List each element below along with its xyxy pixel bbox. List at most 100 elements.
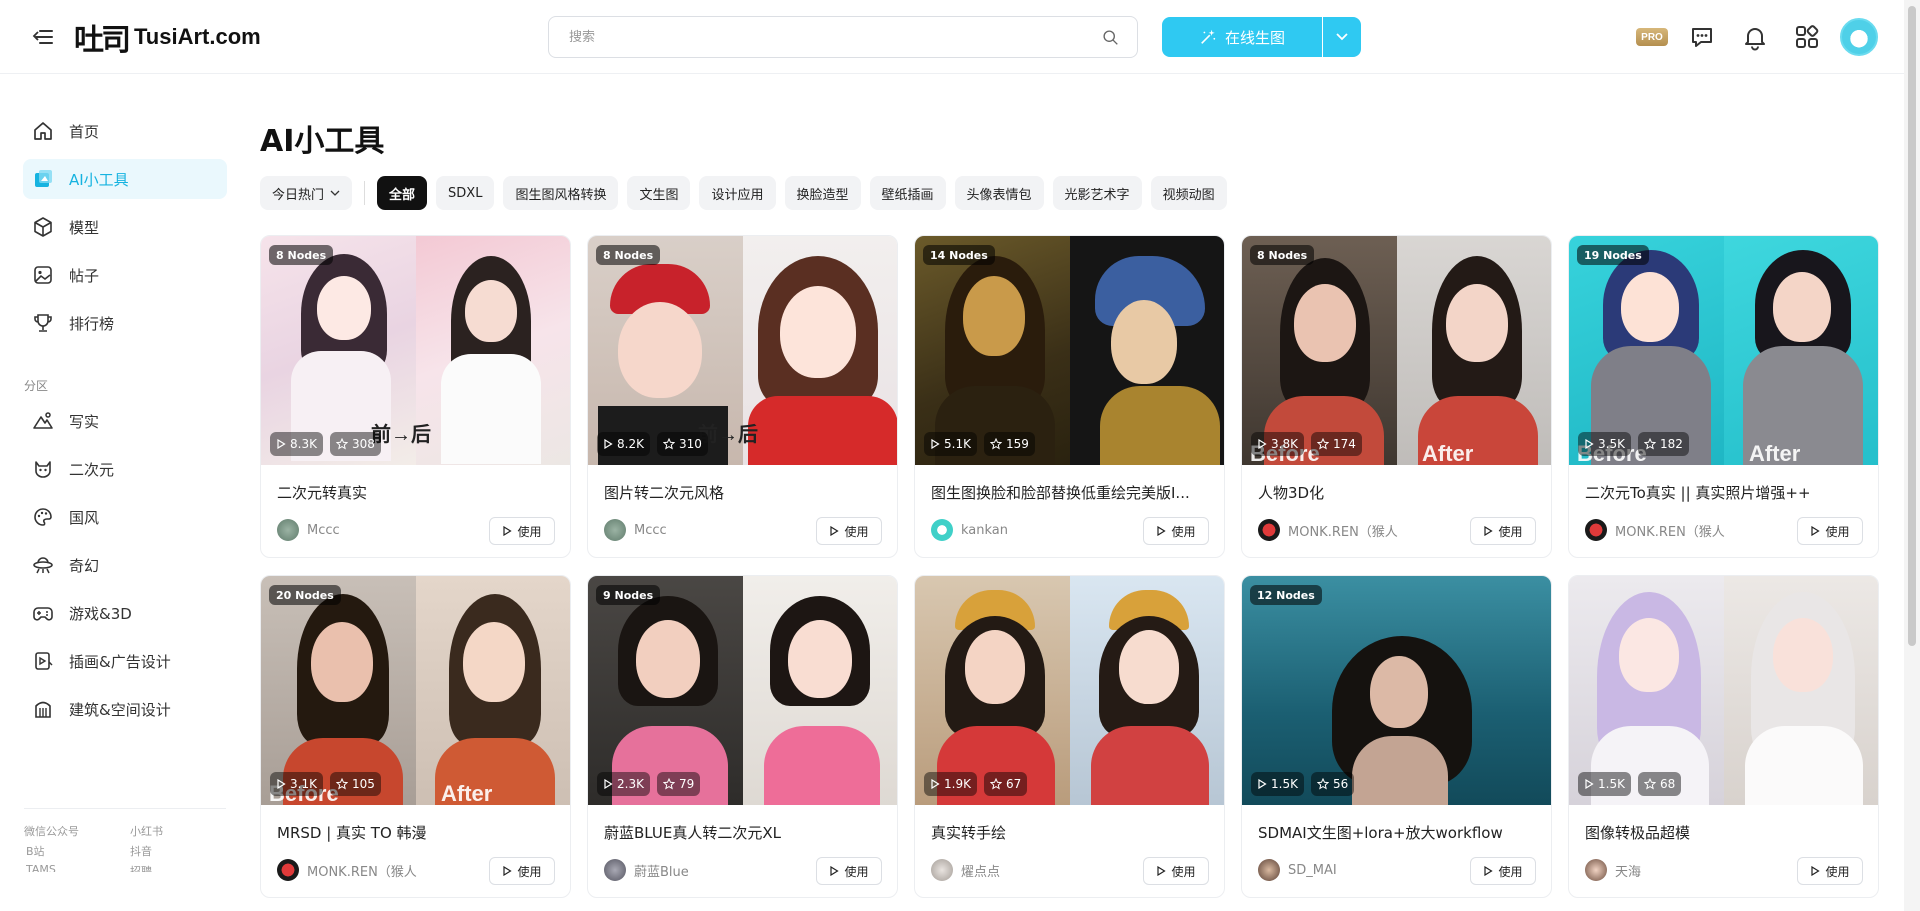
play-icon (1484, 526, 1494, 536)
card-author[interactable]: kankan (931, 519, 1008, 541)
card-author[interactable]: SD_MAI (1258, 859, 1337, 881)
tool-card[interactable]: 前→后 8 Nodes 8.2K 310 图片转二次元风格 Mccc 使用 (587, 235, 898, 558)
generate-dropdown-button[interactable] (1323, 17, 1361, 57)
author-name: MONK.REN（猴人 (307, 864, 417, 880)
filter-chip-all[interactable]: 全部 (377, 176, 428, 210)
page-scrollbar[interactable] (1904, 0, 1920, 911)
tool-card[interactable]: 12 Nodes 1.5K 56 SDMAI文生图+lora+放大workflo… (1241, 575, 1552, 898)
star-count: 105 (352, 777, 375, 791)
use-button[interactable]: 使用 (816, 857, 882, 885)
use-label: 使用 (1171, 524, 1196, 539)
collapse-menu-icon[interactable] (32, 26, 56, 48)
card-author[interactable]: 蔚蓝Blue (604, 859, 689, 881)
nodes-badge: 19 Nodes (1577, 245, 1649, 265)
tool-card[interactable]: Before After 8 Nodes 3.8K 174 人物3D化 MONK… (1241, 235, 1552, 558)
tool-card[interactable]: 1.9K 67 真实转手绘 燿点点 使用 (914, 575, 1225, 898)
use-button[interactable]: 使用 (816, 517, 882, 545)
run-count: 2.3K (617, 777, 644, 791)
filter-chip-sdxl[interactable]: SDXL (436, 176, 495, 210)
sidebar-item-label: 国风 (69, 508, 100, 527)
card-author[interactable]: MONK.REN（猴人 (277, 859, 417, 881)
use-button[interactable]: 使用 (489, 857, 555, 885)
card-title: 二次元To真实 || 真实照片增强++ (1585, 484, 1811, 502)
use-button[interactable]: 使用 (1143, 517, 1209, 545)
author-name: 天海 (1615, 864, 1642, 880)
sort-dropdown[interactable]: 今日热门 (260, 176, 353, 210)
sidebar-item-posts[interactable]: 帖子 (23, 255, 227, 295)
sidebar-item-models[interactable]: 模型 (23, 207, 227, 247)
sidebar-item-illustration-ad[interactable]: 插画&广告设计 (23, 641, 227, 681)
card-author[interactable]: MONK.REN（猴人 (1585, 519, 1725, 541)
tool-card[interactable]: 1.5K 68 图像转极品超模 天海 使用 (1568, 575, 1879, 898)
card-author[interactable]: Mccc (277, 519, 340, 541)
apps-grid-icon[interactable] (1793, 23, 1821, 51)
sidebar-item-label: 建筑&空间设计 (69, 700, 171, 719)
author-avatar (277, 519, 299, 541)
star-count-badge: 159 (984, 432, 1035, 456)
sidebar-item-anime[interactable]: 二次元 (23, 449, 227, 489)
search-icon[interactable] (1102, 29, 1119, 46)
sidebar-item-fantasy[interactable]: 奇幻 (23, 545, 227, 585)
card-title: 图像转极品超模 (1585, 824, 1691, 842)
message-icon[interactable] (1688, 23, 1716, 51)
use-button[interactable]: 使用 (1797, 517, 1863, 545)
filter-chip-video[interactable]: 视频动图 (1150, 176, 1227, 210)
run-count: 3.5K (1598, 437, 1625, 451)
footer-link-wechat[interactable]: 微信公众号 (24, 823, 79, 839)
bell-icon[interactable] (1741, 23, 1769, 51)
card-title: 蔚蓝BLUE真人转二次元XL (604, 824, 781, 842)
filter-chip-light-text[interactable]: 光影艺术字 (1052, 176, 1142, 210)
sidebar-item-architecture[interactable]: 建筑&空间设计 (23, 689, 227, 729)
sidebar-item-ranking[interactable]: 排行榜 (23, 303, 227, 343)
footer-link-bilibili[interactable]: B站 (26, 843, 45, 859)
footer-link-tams[interactable]: TAMS (26, 863, 56, 872)
card-author[interactable]: MONK.REN（猴人 (1258, 519, 1398, 541)
filter-chip-txt2img[interactable]: 文生图 (627, 176, 691, 210)
card-title: 图片转二次元风格 (604, 484, 725, 502)
online-generate-button[interactable]: 在线生图 (1162, 17, 1322, 57)
footer-link-douyin[interactable]: 抖音 (130, 843, 152, 859)
tool-card[interactable]: 9 Nodes 2.3K 79 蔚蓝BLUE真人转二次元XL 蔚蓝Blue 使用 (587, 575, 898, 898)
filter-chip-design[interactable]: 设计应用 (699, 176, 776, 210)
tool-card[interactable]: 14 Nodes 5.1K 159 图生图换脸和脸部替换低重绘完美版I... k… (914, 235, 1225, 558)
card-author[interactable]: Mccc (604, 519, 667, 541)
sidebar-item-realistic[interactable]: 写实 (23, 401, 227, 441)
filter-divider (364, 181, 366, 205)
use-button[interactable]: 使用 (1470, 517, 1536, 545)
use-label: 使用 (517, 524, 542, 539)
star-count: 182 (1660, 437, 1683, 451)
use-button[interactable]: 使用 (1797, 857, 1863, 885)
card-author[interactable]: 天海 (1585, 859, 1641, 881)
play-icon (277, 779, 286, 789)
filter-chip-faceswap[interactable]: 换脸造型 (784, 176, 861, 210)
filter-chip-wallpaper[interactable]: 壁纸插画 (869, 176, 946, 210)
run-count: 8.2K (617, 437, 644, 451)
footer-link-jobs[interactable]: 招聘 (130, 863, 152, 872)
home-icon (31, 119, 55, 143)
tusiart-logo[interactable]: 吐司 TusiArt.com (74, 16, 261, 58)
tool-card[interactable]: 前→后 8 Nodes 8.3K 308 二次元转真实 Mccc 使用 (260, 235, 571, 558)
filter-chip-avatar[interactable]: 头像表情包 (954, 176, 1044, 210)
tool-card[interactable]: Before After 20 Nodes 3.1K 105 MRSD | 真实… (260, 575, 571, 898)
sidebar-item-ai-tools[interactable]: AI小工具 (23, 159, 227, 199)
card-author[interactable]: 燿点点 (931, 859, 1000, 881)
filter-chip-img2img-style[interactable]: 图生图风格转换 (503, 176, 619, 210)
footer-link-xiaohongshu[interactable]: 小红书 (130, 823, 163, 839)
tool-card[interactable]: Before After 19 Nodes 3.5K 182 二次元To真实 |… (1568, 235, 1879, 558)
run-count-badge: 3.8K (1251, 432, 1304, 456)
search-box (548, 16, 1138, 58)
use-button[interactable]: 使用 (1143, 857, 1209, 885)
pro-badge[interactable]: PRO (1636, 28, 1668, 46)
user-avatar[interactable] (1840, 18, 1878, 56)
use-button[interactable]: 使用 (1470, 857, 1536, 885)
card-title: 图生图换脸和脸部替换低重绘完美版I... (931, 484, 1190, 502)
sidebar-item-chinese-style[interactable]: 国风 (23, 497, 227, 537)
sidebar-item-label: 首页 (69, 122, 100, 141)
search-input[interactable] (569, 17, 1089, 57)
filter-bar: 今日热门 全部 SDXL 图生图风格转换 文生图 设计应用 换脸造型 壁纸插画 … (260, 176, 1236, 210)
sidebar-item-home[interactable]: 首页 (23, 111, 227, 151)
sidebar-item-games-3d[interactable]: 游戏&3D (23, 593, 227, 633)
scrollbar-thumb[interactable] (1908, 6, 1916, 646)
author-name: MONK.REN（猴人 (1288, 524, 1398, 540)
use-button[interactable]: 使用 (489, 517, 555, 545)
